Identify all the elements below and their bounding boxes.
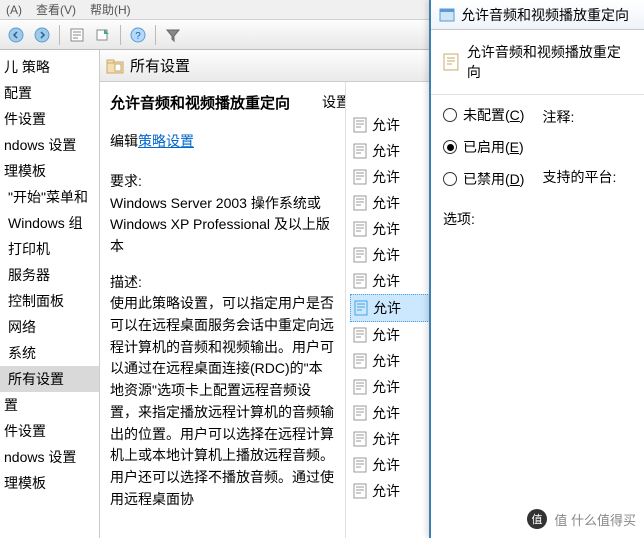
- toolbar-separator: [59, 25, 60, 45]
- policy-icon: [352, 273, 368, 289]
- policy-doc-icon: [441, 52, 461, 72]
- radio-group: 未配置(C) 已启用(E) 已禁用(D): [443, 105, 524, 189]
- detail-pane: 设置 允许音频和视频播放重定向 编辑策略设置 要求: Windows Serve…: [100, 82, 345, 538]
- filter-button[interactable]: [161, 23, 185, 47]
- radio-not-configured[interactable]: 未配置(C): [443, 105, 524, 125]
- tree-item[interactable]: ndows 设置: [0, 132, 99, 158]
- watermark-icon: 值: [526, 508, 548, 530]
- comment-label: 注释:: [542, 107, 616, 127]
- watermark-text: 值 什么值得买: [554, 510, 636, 529]
- tree-item[interactable]: 儿 策略: [0, 54, 99, 80]
- help-button[interactable]: ?: [126, 23, 150, 47]
- tree-item[interactable]: 置: [0, 392, 99, 418]
- export-button[interactable]: [91, 23, 115, 47]
- policy-icon: [352, 143, 368, 159]
- requirements: 要求: Windows Server 2003 操作系统或 Windows XP…: [110, 171, 335, 258]
- nav-back-button[interactable]: [4, 23, 28, 47]
- tree-item[interactable]: 理模板: [0, 470, 99, 496]
- radio-disabled[interactable]: 已禁用(D): [443, 169, 524, 189]
- dialog-titlebar[interactable]: 允许音频和视频播放重定向: [431, 0, 644, 30]
- description: 描述: 使用此策略设置，可以指定用户是否可以在远程桌面服务会话中重定向远程计算机…: [110, 272, 335, 511]
- tree-item[interactable]: 网络: [0, 314, 99, 340]
- content-header-title: 所有设置: [130, 55, 190, 76]
- dialog-icon: [439, 7, 455, 23]
- platform-label: 支持的平台:: [542, 167, 616, 187]
- column-header-settings[interactable]: 设置: [322, 92, 345, 114]
- dialog-body: 未配置(C) 已启用(E) 已禁用(D) 注释: 支持的平台:: [431, 95, 644, 199]
- toolbar-separator: [120, 25, 121, 45]
- svg-text:值: 值: [532, 513, 543, 526]
- svg-text:?: ?: [135, 31, 141, 42]
- tree-item[interactable]: 配置: [0, 80, 99, 106]
- menu-prefix: (A): [6, 3, 22, 17]
- folder-icon: [106, 57, 124, 75]
- nav-fwd-button[interactable]: [30, 23, 54, 47]
- policy-dialog: 允许音频和视频播放重定向 允许音频和视频播放重定向 未配置(C) 已启用(E) …: [429, 0, 644, 538]
- policy-icon: [352, 195, 368, 211]
- tree-item-all-settings[interactable]: 所有设置: [0, 366, 99, 392]
- tree-item[interactable]: 服务器: [0, 262, 99, 288]
- tree-item[interactable]: 件设置: [0, 106, 99, 132]
- tree-item[interactable]: 打印机: [0, 236, 99, 262]
- edit-line: 编辑策略设置: [110, 131, 335, 153]
- toolbar-separator: [155, 25, 156, 45]
- policy-icon: [352, 247, 368, 263]
- policy-icon: [352, 379, 368, 395]
- policy-icon: [352, 353, 368, 369]
- tree-item[interactable]: "开始"菜单和: [0, 184, 99, 210]
- policy-title: 允许音频和视频播放重定向: [110, 92, 335, 115]
- policy-icon: [352, 431, 368, 447]
- policy-icon: [352, 483, 368, 499]
- dialog-title-text: 允许音频和视频播放重定向: [461, 5, 629, 25]
- tree-item[interactable]: 系统: [0, 340, 99, 366]
- tree-item[interactable]: Windows 组: [0, 210, 99, 236]
- radio-enabled[interactable]: 已启用(E): [443, 137, 524, 157]
- tree-item[interactable]: ndows 设置: [0, 444, 99, 470]
- tree-item[interactable]: 理模板: [0, 158, 99, 184]
- policy-icon: [353, 300, 369, 316]
- tree-item[interactable]: 件设置: [0, 418, 99, 444]
- edit-policy-link[interactable]: 策略设置: [138, 133, 194, 149]
- tree-nav[interactable]: 儿 策略 配置 件设置 ndows 设置 理模板 "开始"菜单和 Windows…: [0, 50, 100, 538]
- side-labels: 注释: 支持的平台:: [542, 105, 616, 189]
- policy-icon: [352, 405, 368, 421]
- policy-icon: [352, 327, 368, 343]
- menu-help[interactable]: 帮助(H): [90, 1, 131, 18]
- menu-view[interactable]: 查看(V): [36, 1, 76, 18]
- policy-icon: [352, 169, 368, 185]
- policy-icon: [352, 457, 368, 473]
- policy-icon: [352, 117, 368, 133]
- watermark: 值 值 什么值得买: [522, 506, 640, 532]
- options-label: 选项:: [431, 199, 644, 239]
- properties-button[interactable]: [65, 23, 89, 47]
- dialog-policy-name: 允许音频和视频播放重定向: [467, 42, 634, 82]
- dialog-policy-field: 允许音频和视频播放重定向: [431, 30, 644, 95]
- policy-icon: [352, 221, 368, 237]
- tree-item[interactable]: 控制面板: [0, 288, 99, 314]
